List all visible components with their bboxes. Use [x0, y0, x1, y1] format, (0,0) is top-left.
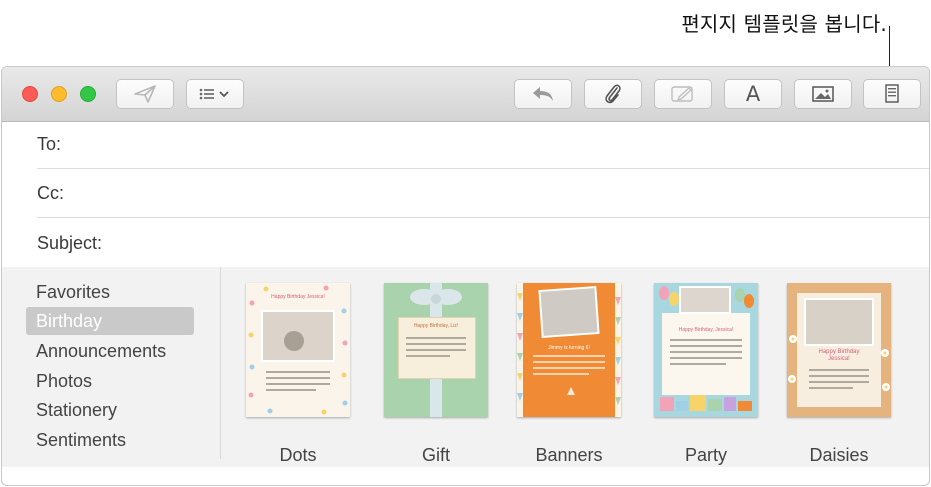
paper-plane-icon	[134, 85, 156, 103]
stationery-pane: Favorites Birthday Announcements Photos …	[2, 267, 929, 467]
photo-icon	[812, 86, 834, 102]
ribbon-bow-icon	[410, 289, 462, 305]
toolbar: A	[2, 67, 929, 122]
paperclip-icon	[605, 84, 621, 104]
template-banners-preview: Jimmy is turning 6!	[517, 283, 621, 417]
template-dots-preview: Happy Birthday Jessica!	[246, 283, 350, 417]
template-dots-label: Dots	[279, 445, 317, 465]
stationery-button[interactable]	[863, 79, 921, 109]
party-heading: Happy Birthday, Jessica!	[678, 327, 734, 333]
stationery-callout-text: 편지지 템플릿을 봅니다.	[681, 12, 887, 36]
zoom-button[interactable]	[80, 86, 96, 102]
template-gift-preview: Happy Birthday, Liz!	[384, 283, 488, 417]
markup-button[interactable]	[654, 79, 712, 109]
category-birthday[interactable]: Birthday	[26, 307, 194, 335]
category-stationery[interactable]: Stationery	[36, 396, 117, 424]
subject-label: Subject:	[37, 232, 103, 253]
stationery-category-list: Favorites Birthday Announcements Photos …	[2, 267, 221, 459]
header-fields-button[interactable]	[186, 79, 244, 109]
balloons-gifts-pattern	[659, 286, 754, 411]
markup-pen-icon	[671, 86, 693, 102]
subject-field-row[interactable]: Subject:	[37, 219, 929, 267]
dots-heading: Happy Birthday Jessica!	[271, 294, 325, 300]
template-banners-label: Banners	[535, 445, 603, 465]
close-button[interactable]	[22, 86, 38, 102]
mail-compose-window: A To: Cc: Subject: Favorites Birthday An…	[1, 66, 930, 486]
font-icon: A	[745, 82, 761, 106]
template-daisies-preview: Happy Birthday Jessica!	[787, 283, 891, 417]
reply-button[interactable]	[514, 79, 572, 109]
minimize-button[interactable]	[51, 86, 67, 102]
template-gift-label: Gift	[421, 445, 450, 465]
photo-browser-button[interactable]	[794, 79, 852, 109]
template-party-preview: Happy Birthday, Jessica!	[654, 283, 758, 417]
daisies-heading: Happy Birthday Jessica!	[818, 349, 860, 362]
template-banners[interactable]: Jimmy is turning 6! Banners	[517, 283, 621, 465]
cc-label: Cc:	[37, 183, 64, 203]
category-favorites[interactable]: Favorites	[36, 278, 110, 306]
template-daisies-label: Daisies	[809, 445, 869, 465]
reply-arrow-icon	[533, 87, 553, 101]
template-gift[interactable]: Happy Birthday, Liz! Gift	[384, 283, 488, 465]
stationery-icon	[885, 84, 899, 103]
banners-heading: Jimmy is turning 6!	[548, 345, 590, 351]
send-button[interactable]	[116, 79, 174, 109]
template-party-label: Party	[684, 445, 727, 465]
category-sentiments[interactable]: Sentiments	[36, 426, 126, 454]
template-party[interactable]: Happy Birthday, Jessica! Party	[654, 283, 758, 465]
template-daisies[interactable]: Happy Birthday Jessica! Daisies	[787, 283, 891, 465]
category-photos[interactable]: Photos	[36, 367, 92, 395]
list-chevron-down-icon	[199, 88, 229, 100]
to-field-row[interactable]: To:	[37, 121, 929, 169]
to-label: To:	[37, 134, 62, 154]
category-announcements[interactable]: Announcements	[36, 337, 166, 365]
attach-button[interactable]	[584, 79, 642, 109]
cc-field-row[interactable]: Cc:	[37, 170, 929, 218]
format-button[interactable]: A	[724, 79, 782, 109]
dots-pattern	[248, 285, 348, 415]
gift-heading: Happy Birthday, Liz!	[413, 323, 459, 329]
template-dots[interactable]: Happy Birthday Jessica! Dots	[246, 283, 350, 465]
